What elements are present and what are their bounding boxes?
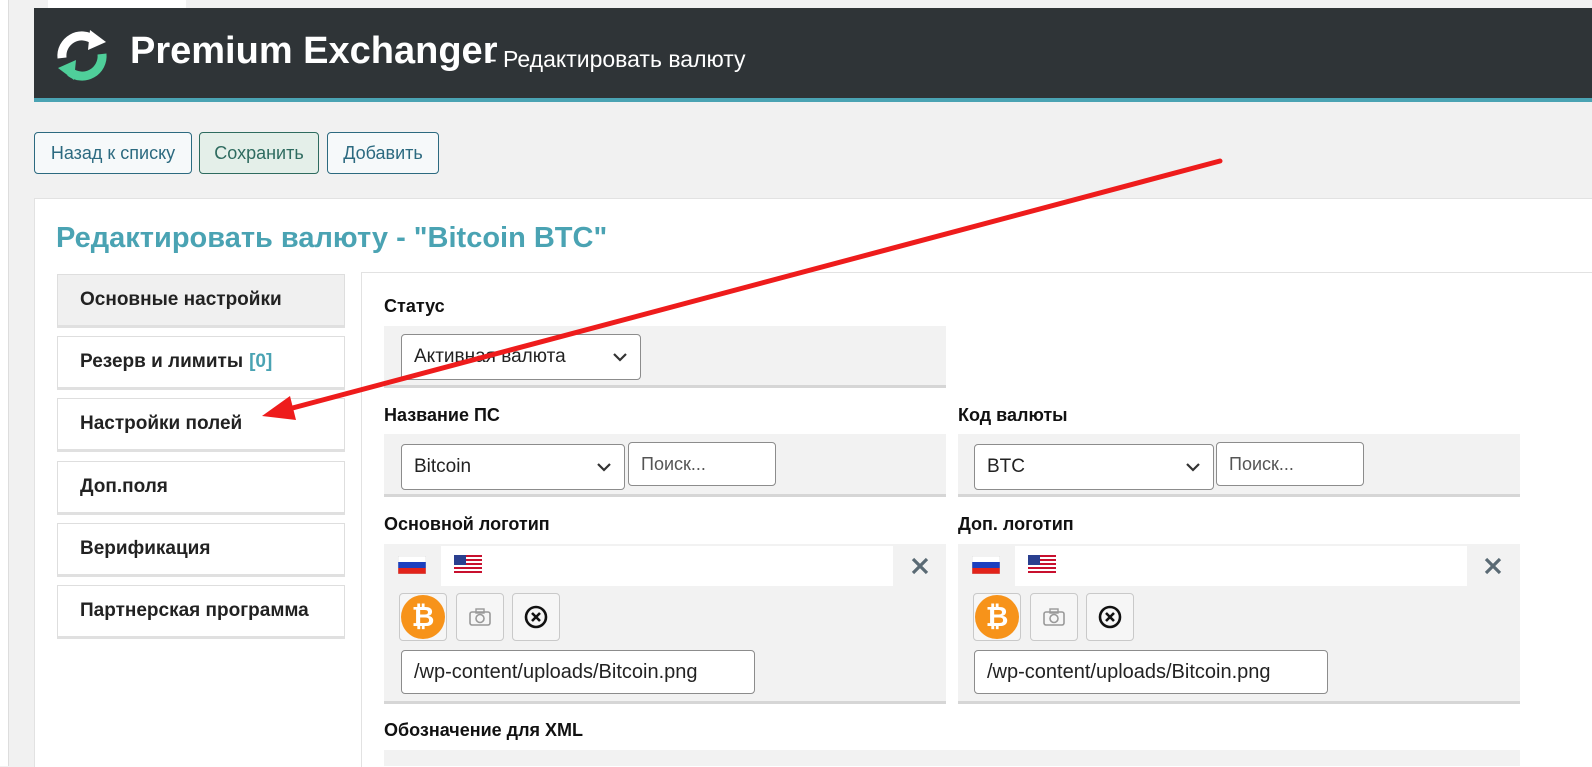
page-title: Редактировать валюту - "Bitcoin BTC"	[56, 222, 608, 254]
tab-label: Настройки полей	[80, 413, 243, 434]
chevron-down-icon	[613, 353, 627, 362]
refresh-cycle-icon	[57, 30, 107, 81]
currency-code-select-value: BTC	[987, 456, 1025, 477]
xml-label: Обозначение для XML	[384, 720, 584, 740]
add-button[interactable]: Добавить	[327, 132, 439, 174]
remove-image-button[interactable]	[512, 593, 560, 641]
tab-label: Резерв и лимиты	[80, 351, 244, 372]
usa-flag-icon[interactable]	[454, 555, 482, 573]
left-sidebar-edge	[0, 0, 9, 766]
top-tab-remnant	[48, 0, 186, 8]
main-logo-lang-bar	[441, 546, 893, 586]
chevron-down-icon	[597, 463, 611, 472]
camera-icon	[1043, 608, 1065, 626]
chevron-down-icon	[1186, 463, 1200, 472]
save-button[interactable]: Сохранить	[199, 132, 319, 174]
bitcoin-icon: ₿	[401, 595, 445, 639]
extra-logo-lang-bar	[1015, 546, 1467, 586]
tab-basic-settings[interactable]: Основные настройки	[57, 274, 345, 328]
search-placeholder: Поиск...	[641, 453, 706, 474]
status-label: Статус	[384, 296, 445, 316]
remove-circle-icon	[524, 605, 548, 629]
bitcoin-logo-preview[interactable]: ₿	[973, 593, 1021, 641]
search-placeholder: Поиск...	[1229, 453, 1294, 474]
ps-name-select[interactable]: Bitcoin	[401, 444, 625, 490]
xml-field-box	[384, 750, 1520, 766]
tab-label: Основные настройки	[80, 289, 282, 310]
currency-code-search-input[interactable]: Поиск...	[1216, 442, 1364, 486]
bitcoin-logo-preview[interactable]: ₿	[399, 593, 447, 641]
tab-extra-fields[interactable]: Доп.поля	[57, 461, 345, 515]
usa-flag-icon[interactable]	[1028, 555, 1056, 573]
extra-logo-path-input[interactable]: /wp-content/uploads/Bitcoin.png	[974, 650, 1328, 694]
main-logo-path-value: /wp-content/uploads/Bitcoin.png	[414, 660, 698, 683]
brand-title: Premium Exchanger	[130, 30, 498, 72]
main-logo-path-input[interactable]: /wp-content/uploads/Bitcoin.png	[401, 650, 755, 694]
close-icon[interactable]	[894, 546, 946, 586]
tab-label: Верификация	[80, 538, 211, 559]
tab-reserve-limits[interactable]: Резерв и лимиты [0]	[57, 336, 345, 390]
header-subtitle: - Редактировать валюту	[489, 46, 746, 72]
tab-label: Доп.поля	[80, 476, 168, 497]
remove-circle-icon	[1098, 605, 1122, 629]
back-to-list-button[interactable]: Назад к списку	[34, 132, 192, 174]
currency-code-label: Код валюты	[958, 405, 1068, 425]
extra-logo-label: Доп. логотип	[958, 514, 1074, 534]
tab-count-badge: [0]	[249, 351, 273, 372]
russia-flag-icon[interactable]	[398, 556, 426, 574]
close-icon[interactable]	[1467, 546, 1519, 586]
bitcoin-icon: ₿	[975, 595, 1019, 639]
russia-flag-icon[interactable]	[972, 556, 1000, 574]
app-header: Premium Exchanger - Редактировать валюту	[34, 8, 1592, 102]
camera-icon	[469, 608, 491, 626]
currency-code-select[interactable]: BTC	[974, 444, 1214, 490]
ps-name-select-value: Bitcoin	[414, 456, 472, 477]
remove-image-button[interactable]	[1086, 593, 1134, 641]
tab-affiliate-program[interactable]: Партнерская программа	[57, 585, 345, 639]
tab-verification[interactable]: Верификация	[57, 523, 345, 577]
status-select[interactable]: Активная валюта	[401, 334, 641, 380]
ps-name-label: Название ПС	[384, 405, 500, 425]
status-select-value: Активная валюта	[414, 346, 566, 367]
upload-image-button[interactable]	[456, 593, 504, 641]
main-logo-label: Основной логотип	[384, 514, 550, 534]
ps-name-search-input[interactable]: Поиск...	[628, 442, 776, 486]
upload-image-button[interactable]	[1030, 593, 1078, 641]
tab-label: Партнерская программа	[80, 600, 309, 621]
tab-field-settings[interactable]: Настройки полей	[57, 398, 345, 452]
extra-logo-path-value: /wp-content/uploads/Bitcoin.png	[987, 660, 1271, 683]
